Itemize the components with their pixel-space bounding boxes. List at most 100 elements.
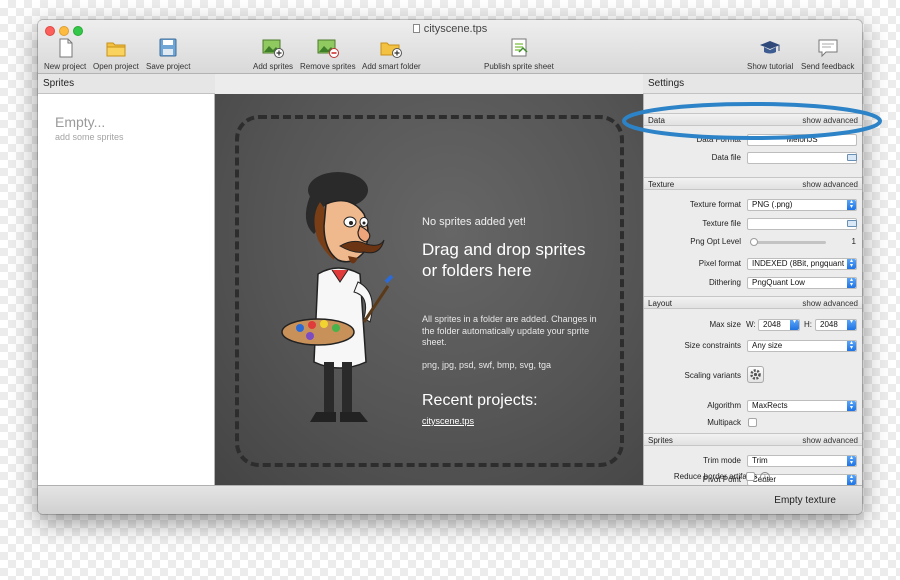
chevron-down-icon: ▾ bbox=[847, 320, 856, 330]
size-constraints-label: Size constraints bbox=[684, 341, 741, 350]
add-sprites-button[interactable]: Add sprites bbox=[253, 38, 293, 71]
pixel-format-select[interactable]: INDEXED (8Bit, pngquant ▴ ▾ bbox=[747, 258, 857, 270]
dithering-select[interactable]: PngQuant Low ▴ ▾ bbox=[747, 277, 857, 289]
data-show-advanced-link[interactable]: show advanced bbox=[802, 114, 858, 127]
new-project-label: New project bbox=[44, 62, 87, 71]
data-section-header: Data show advanced bbox=[644, 113, 862, 126]
layout-section-header: Layout show advanced bbox=[644, 296, 862, 309]
texture-format-select[interactable]: PNG (.png) ▴ ▾ bbox=[747, 199, 857, 211]
pixel-format-label: Pixel format bbox=[698, 259, 741, 268]
chevron-down-icon: ▾ bbox=[790, 320, 799, 330]
toolbar: cityscene.tps New project Open project S… bbox=[38, 20, 862, 74]
max-size-label: Max size bbox=[709, 320, 741, 329]
select-arrows-icon: ▴ ▾ bbox=[847, 475, 856, 485]
publish-icon bbox=[508, 38, 530, 58]
folder-description: All sprites in a folder are added. Chang… bbox=[422, 314, 597, 347]
layout-section-title: Layout bbox=[648, 299, 673, 308]
pixel-format-value: INDEXED (8Bit, pngquant bbox=[752, 259, 845, 268]
algorithm-label: Algorithm bbox=[707, 401, 741, 410]
trim-mode-select[interactable]: Trim ▴ ▾ bbox=[747, 455, 857, 467]
sprite-canvas[interactable]: No sprites added yet! Drag and drop spri… bbox=[215, 94, 643, 485]
reduce-border-artifacts-label: Reduce border artifacts bbox=[673, 472, 757, 481]
folder-icon bbox=[105, 38, 127, 58]
texture-status-text: Empty texture bbox=[774, 495, 836, 506]
publish-sprite-sheet-button[interactable]: Publish sprite sheet bbox=[484, 38, 554, 71]
settings-panel: Data show advanced Data Format MelonJS D… bbox=[643, 94, 862, 486]
size-constraints-value: Any size bbox=[752, 341, 783, 350]
data-format-select[interactable]: MelonJS bbox=[747, 134, 857, 146]
sprites-panel-header: Sprites bbox=[38, 74, 215, 94]
image-plus-icon bbox=[262, 38, 285, 58]
send-feedback-button[interactable]: Send feedback bbox=[801, 38, 854, 71]
window-title: cityscene.tps bbox=[38, 23, 862, 35]
open-project-button[interactable]: Open project bbox=[93, 38, 139, 71]
speech-bubble-icon bbox=[817, 38, 839, 58]
reduce-border-artifacts-checkbox[interactable] bbox=[746, 472, 755, 481]
max-height-label: H: bbox=[804, 320, 812, 329]
add-sprites-label: Add sprites bbox=[253, 62, 294, 71]
sprites-section-title: Sprites bbox=[648, 436, 673, 445]
multipack-checkbox[interactable] bbox=[748, 418, 757, 427]
save-project-button[interactable]: Save project bbox=[146, 38, 190, 71]
add-smart-folder-button[interactable]: Add smart folder bbox=[362, 38, 421, 71]
sprites-show-advanced-link[interactable]: show advanced bbox=[802, 434, 858, 447]
select-arrows-icon: ▴ ▾ bbox=[847, 401, 856, 411]
recent-project-link[interactable]: cityscene.tps bbox=[422, 416, 474, 426]
send-feedback-label: Send feedback bbox=[801, 62, 855, 71]
painter-mascot-illustration bbox=[281, 172, 394, 422]
image-minus-icon bbox=[317, 38, 339, 58]
drag-drop-message: Drag and drop sprites or folders here bbox=[422, 240, 586, 280]
select-arrows-icon: ▴ ▾ bbox=[847, 341, 856, 351]
gear-icon bbox=[750, 369, 761, 380]
png-opt-level-value: 1 bbox=[851, 237, 856, 246]
texture-show-advanced-link[interactable]: show advanced bbox=[802, 178, 858, 191]
max-width-value: 2048 bbox=[763, 320, 781, 329]
select-arrows-icon: ▴ ▾ bbox=[847, 456, 856, 466]
data-file-input[interactable] bbox=[747, 152, 857, 164]
open-project-label: Open project bbox=[93, 62, 139, 71]
empty-title: Empty... bbox=[55, 114, 106, 130]
texture-file-input[interactable] bbox=[747, 218, 857, 230]
texture-file-label: Texture file bbox=[702, 219, 741, 228]
window-title-text: cityscene.tps bbox=[423, 23, 488, 35]
png-opt-level-slider-knob[interactable] bbox=[749, 238, 758, 246]
no-sprites-message: No sprites added yet! bbox=[422, 216, 526, 228]
recent-projects-title: Recent projects: bbox=[422, 392, 538, 409]
select-arrows-icon: ▴ ▾ bbox=[847, 278, 856, 288]
scaling-variants-label: Scaling variants bbox=[684, 371, 741, 380]
folder-icon[interactable] bbox=[847, 220, 857, 227]
show-tutorial-label: Show tutorial bbox=[747, 62, 794, 71]
document-icon bbox=[54, 38, 76, 58]
png-opt-level-slider[interactable] bbox=[750, 241, 826, 244]
remove-sprites-button[interactable]: Remove sprites bbox=[300, 38, 356, 71]
texture-format-label: Texture format bbox=[689, 200, 741, 209]
add-smart-folder-label: Add smart folder bbox=[362, 62, 421, 71]
max-width-select[interactable]: 2048 ▾ bbox=[758, 319, 800, 331]
texture-format-value: PNG (.png) bbox=[752, 200, 793, 209]
algorithm-select[interactable]: MaxRects ▴ ▾ bbox=[747, 400, 857, 412]
folder-icon[interactable] bbox=[847, 154, 857, 161]
scaling-variants-button[interactable] bbox=[747, 366, 764, 383]
size-constraints-select[interactable]: Any size ▴ ▾ bbox=[747, 340, 857, 352]
sprites-list-panel[interactable]: Empty... add some sprites bbox=[38, 94, 215, 485]
texture-section-header: Texture show advanced bbox=[644, 177, 862, 190]
smart-folder-icon bbox=[380, 38, 403, 58]
data-file-label: Data file bbox=[711, 153, 741, 162]
data-format-value: MelonJS bbox=[786, 135, 818, 144]
supported-formats: png, jpg, psd, swf, bmp, svg, tga bbox=[422, 360, 552, 370]
algorithm-value: MaxRects bbox=[752, 401, 788, 410]
dithering-value: PngQuant Low bbox=[752, 278, 805, 287]
select-arrows-icon: ▴ ▾ bbox=[847, 200, 856, 210]
max-height-value: 2048 bbox=[820, 320, 838, 329]
status-bar: Empty texture bbox=[38, 485, 862, 514]
save-project-label: Save project bbox=[146, 62, 191, 71]
layout-show-advanced-link[interactable]: show advanced bbox=[802, 297, 858, 310]
max-width-label: W: bbox=[746, 320, 756, 329]
data-format-label: Data Format bbox=[696, 135, 741, 144]
info-icon[interactable]: i bbox=[760, 472, 770, 482]
show-tutorial-button[interactable]: Show tutorial bbox=[747, 38, 793, 71]
document-icon bbox=[412, 24, 420, 33]
trim-mode-value: Trim bbox=[752, 456, 768, 465]
new-project-button[interactable]: New project bbox=[44, 38, 86, 71]
max-height-select[interactable]: 2048 ▾ bbox=[815, 319, 857, 331]
